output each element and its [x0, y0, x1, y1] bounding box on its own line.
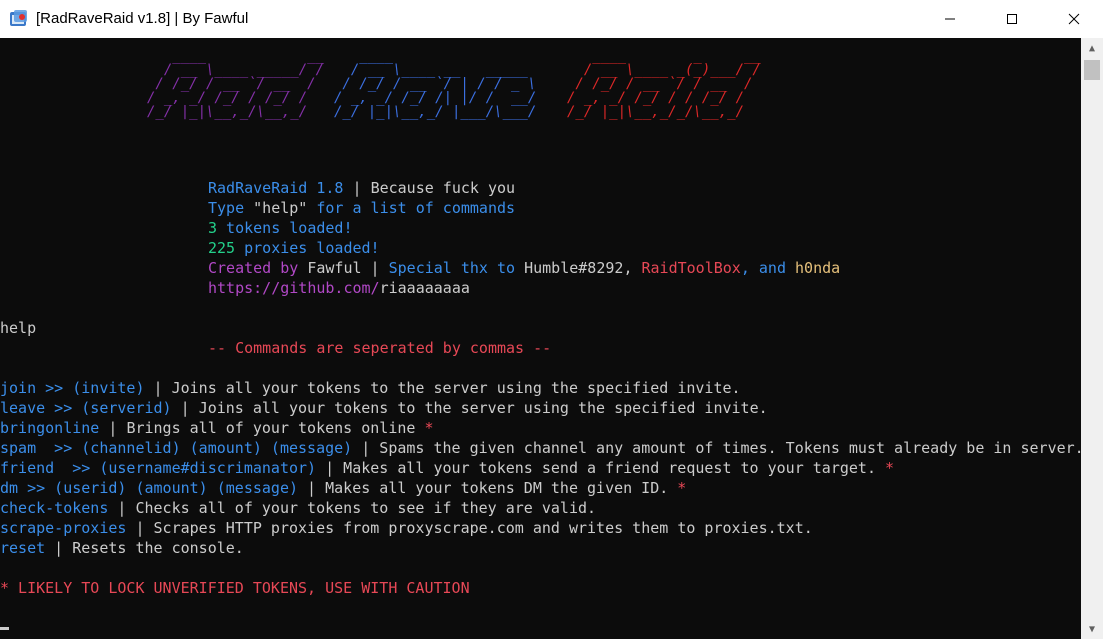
thx-raidtoolbox: RaidToolBox: [641, 259, 741, 277]
console-output[interactable]: ____ __ / __ \____ _____/ / / /_/ / __ `…: [0, 38, 1081, 639]
command-row: dm >> (userid) (amount) (message) | Make…: [0, 478, 686, 498]
thx-humble: Humble#8292: [524, 259, 624, 277]
input-command: help: [0, 319, 37, 337]
window-title: [RadRaveRaid v1.8] | By Fawful: [36, 10, 249, 27]
comma: ,: [623, 259, 642, 277]
help-hint-line: Type "help" for a list of commands: [208, 198, 515, 218]
command-name: bringonline: [0, 419, 100, 437]
github-url-prefix: https://github.com/: [208, 279, 380, 297]
help-keyword: "help": [253, 199, 308, 217]
proxies-count: 225: [208, 239, 236, 257]
text-cursor: [0, 627, 9, 630]
proxies-text: proxies loaded!: [235, 239, 380, 257]
vertical-scrollbar[interactable]: ▲ ▼: [1081, 38, 1103, 639]
scrollbar-thumb[interactable]: [1084, 60, 1100, 80]
close-button[interactable]: [1051, 0, 1097, 38]
tagline: Because fuck you: [370, 179, 516, 197]
minimize-button[interactable]: [927, 0, 973, 38]
command-description: Brings all of your tokens online: [126, 419, 416, 437]
command-row: spam >> (channelid) (amount) (message) |…: [0, 438, 1081, 458]
credits-line: Created by Fawful | Special thx to Humbl…: [208, 258, 840, 278]
command-row: reset | Resets the console.: [0, 538, 244, 558]
separator: |: [108, 499, 136, 517]
separator: |: [99, 419, 127, 437]
thx-h0nda: h0nda: [795, 259, 841, 277]
command-description: Resets the console.: [72, 539, 244, 557]
created-by-label: Created by: [208, 259, 308, 277]
separator: |: [45, 539, 73, 557]
command-description: Joins all your tokens to the server usin…: [171, 379, 741, 397]
command-row: scrape-proxies | Scrapes HTTP proxies fr…: [0, 518, 813, 538]
separator: |: [126, 519, 154, 537]
command-row: join >> (invite) | Joins all your tokens…: [0, 378, 741, 398]
maximize-button[interactable]: [989, 0, 1035, 38]
separator: |: [361, 259, 389, 277]
title-bar[interactable]: [RadRaveRaid v1.8] | By Fawful: [0, 0, 1103, 38]
command-warning-star: *: [668, 479, 687, 497]
command-row: check-tokens | Checks all of your tokens…: [0, 498, 596, 518]
command-row: bringonline | Brings all of your tokens …: [0, 418, 433, 438]
proxies-loaded-line: 225 proxies loaded!: [208, 238, 380, 258]
github-user: riaaaaaaaa: [379, 279, 470, 297]
special-thx-label: Special thx to: [388, 259, 525, 277]
separator: |: [171, 399, 199, 417]
tokens-count: 3: [208, 219, 218, 237]
caution-warning: * LIKELY TO LOCK UNVERIFIED TOKENS, USE …: [0, 579, 470, 597]
command-description: Makes all your tokens send a friend requ…: [343, 459, 876, 477]
and-word: , and: [740, 259, 796, 277]
separator: |: [298, 479, 326, 497]
command-name: check-tokens: [0, 499, 109, 517]
command-row: friend >> (username#discrimanator) | Mak…: [0, 458, 894, 478]
command-description: Spams the given channel any amount of ti…: [379, 439, 1081, 457]
version-name: RadRaveRaid 1.8: [208, 179, 344, 197]
command-name: scrape-proxies: [0, 519, 127, 537]
command-name: reset: [0, 539, 46, 557]
command-row: leave >> (serverid) | Joins all your tok…: [0, 398, 768, 418]
scroll-up-arrow-icon[interactable]: ▲: [1081, 38, 1103, 58]
version-line: RadRaveRaid 1.8 | Because fuck you: [208, 178, 515, 198]
command-name: leave >> (serverid): [0, 399, 172, 417]
command-description: Checks all of your tokens to see if they…: [135, 499, 597, 517]
separator: |: [343, 179, 371, 197]
for-commands-text: for a list of commands: [307, 199, 516, 217]
command-warning-star: *: [415, 419, 434, 437]
command-description: Joins all your tokens to the server usin…: [198, 399, 768, 417]
github-line: https://github.com/riaaaaaaaa: [208, 278, 470, 298]
separator: |: [352, 439, 380, 457]
help-header: -- Commands are seperated by commas --: [208, 339, 552, 357]
command-name: spam >> (channelid) (amount) (message): [0, 439, 353, 457]
type-word: Type: [208, 199, 254, 217]
command-warning-star: *: [876, 459, 895, 477]
console-app-icon: [10, 10, 27, 26]
command-name: friend >> (username#discrimanator): [0, 459, 317, 477]
ascii-banner-raid: ____ _ __ / __ \____ _(_)___/ / / /_/ / …: [567, 48, 761, 120]
ascii-banner-rave: ____ / __ \____ __ _____ / /_/ / __ `/ |…: [334, 48, 537, 120]
command-description: Makes all your tokens DM the given ID.: [325, 479, 669, 497]
tokens-text: tokens loaded!: [217, 219, 353, 237]
maximize-icon: [1007, 14, 1017, 24]
tokens-loaded-line: 3 tokens loaded!: [208, 218, 353, 238]
command-name: dm >> (userid) (amount) (message): [0, 479, 299, 497]
command-description: Scrapes HTTP proxies from proxyscrape.co…: [153, 519, 813, 537]
ascii-banner-rad: ____ __ / __ \____ _____/ / / /_/ / __ `…: [147, 48, 325, 120]
command-name: join >> (invite): [0, 379, 145, 397]
separator: |: [144, 379, 172, 397]
scroll-down-arrow-icon[interactable]: ▼: [1081, 619, 1103, 639]
close-icon: [1068, 13, 1080, 25]
author-name: Fawful: [307, 259, 362, 277]
minimize-icon: [945, 18, 955, 20]
separator: |: [316, 459, 344, 477]
